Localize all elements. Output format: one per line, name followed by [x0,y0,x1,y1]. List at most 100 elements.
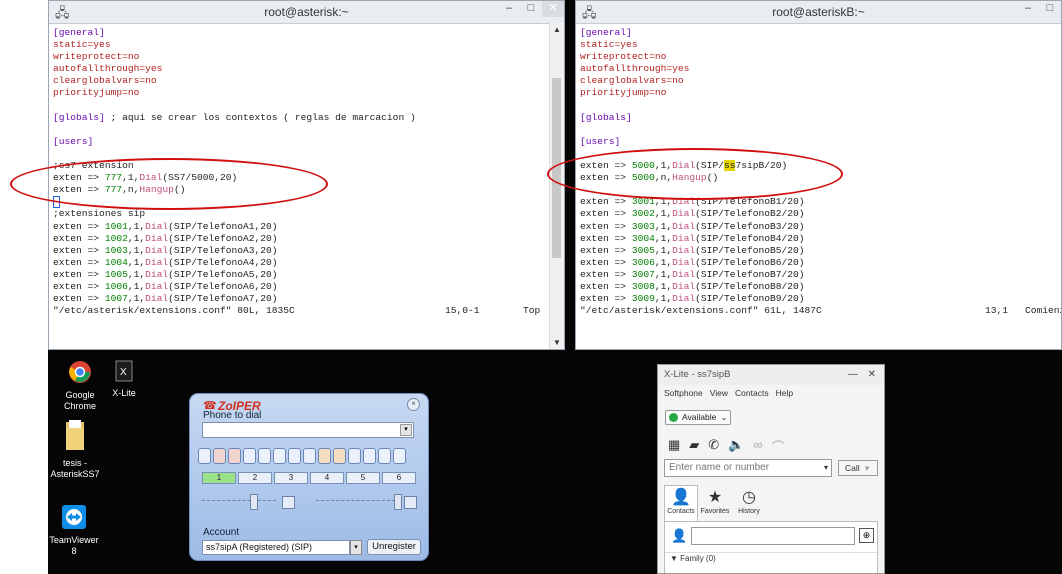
desktop-icon-xlite[interactable]: X X-Lite [94,360,154,399]
minimize-button[interactable]: — [848,365,858,385]
speaker-icon[interactable] [282,496,295,509]
code-token: Dial [672,244,696,256]
add-contact-icon[interactable]: ⊕ [859,528,874,543]
close-button[interactable]: × [407,398,420,411]
code-line: clearglobalvars=no [53,75,560,87]
toolbar-button[interactable] [318,448,331,464]
close-button[interactable]: ✕ [542,1,564,17]
xlite-window[interactable]: X-Lite - ss7sipB — ✕ Softphone View Cont… [657,364,885,574]
maximize-button[interactable]: □ [520,1,542,17]
title-bar[interactable]: 🖧 root@asteriskB:~ – □ [576,1,1061,24]
code-token: (SIP/TelefonoA3,20) [168,244,278,256]
menu-help[interactable]: Help [776,388,793,398]
tab-history[interactable]: ◷ History [732,485,766,521]
hangup-icon[interactable]: ⌒ [772,437,785,456]
tab-favorites[interactable]: ★ Favorites [698,485,732,521]
xlite-icon: X [115,360,133,382]
account-value: ss7sipA (Registered) (SIP) [206,542,313,552]
dialpad-icon[interactable]: ▦ [668,437,680,456]
code-token: Dial [672,208,696,220]
account-select[interactable]: ss7sipA (Registered) (SIP) ▾ [202,540,362,555]
menu-softphone[interactable]: Softphone [664,388,703,398]
line-button[interactable]: 4 [310,472,344,484]
contact-search-input[interactable] [691,527,855,545]
available-status-icon [669,413,678,422]
dial-button[interactable] [213,448,226,464]
title-bar[interactable]: X-Lite - ss7sipB — ✕ [658,365,884,385]
volume-slider-knob[interactable] [250,494,258,510]
desktop-icon-teamviewer[interactable]: TeamViewer 8 [44,505,104,557]
close-button[interactable]: ✕ [868,365,876,385]
volume-slider[interactable] [202,500,276,509]
code-token: exten => [53,220,105,232]
dial-input[interactable]: Enter name or number ▾ [664,459,832,477]
code-token: 1003 [104,244,128,256]
code-token: [globals] [580,111,632,123]
line-button[interactable]: 6 [382,472,416,484]
line-button[interactable]: 5 [346,472,380,484]
toolbar-button[interactable] [393,448,406,464]
code-token: Dial [672,280,696,292]
minimize-button[interactable]: – [498,1,520,17]
tab-contacts[interactable]: 👤 Contacts [664,485,698,521]
menu-contacts[interactable]: Contacts [735,388,769,398]
chevron-down-icon[interactable]: ▾ [865,463,869,473]
code-line: writeprotect=no [580,51,1057,63]
transfer-button[interactable] [258,448,271,464]
group-family[interactable]: ▼ Family (0) [670,554,716,563]
speaker-icon[interactable]: 🔈 [728,437,744,456]
toolbar-button[interactable] [303,448,316,464]
mic-slider[interactable] [316,500,400,509]
toolbar-button[interactable] [378,448,391,464]
microphone-icon[interactable] [404,496,417,509]
code-token: ,1, [654,256,673,268]
code-line: exten => 1005,1,Dial(SIP/TelefonoA5,20) [53,269,560,281]
scroll-up-icon[interactable]: ▲ [553,25,561,34]
status-dropdown[interactable]: Available ⌄ [665,410,731,425]
code-token: ,1, [654,208,673,220]
video-icon[interactable]: ▰ [689,437,699,456]
status-position: 13,1 [985,305,1009,317]
hold-button[interactable] [243,448,256,464]
scrollbar[interactable]: ▲ ▼ [549,23,564,349]
code-token: ,1, [654,268,673,280]
desktop-icon-folder[interactable]: tesis - AsteriskSS7 [40,418,110,480]
chevron-down-icon[interactable]: ▾ [400,424,412,436]
maximize-button[interactable]: □ [1039,1,1061,17]
title-bar[interactable]: 🖧 root@asterisk:~ – □ ✕ [49,1,564,24]
chevron-down-icon[interactable]: ▾ [350,540,362,555]
voicemail-icon[interactable]: ∞ [753,437,762,456]
code-token: ,1, [127,293,146,305]
code-token: ,1, [127,244,146,256]
mute-button[interactable] [273,448,286,464]
settings-button[interactable] [363,448,376,464]
code-token: [users] [53,135,94,147]
hangup-button[interactable] [228,448,241,464]
zoiper-window[interactable]: ☎ ZoIPER × Phone to dial ▾ 1 2 3 4 5 6 A… [189,393,429,561]
unregister-button[interactable]: Unregister [367,539,421,555]
chevron-down-icon[interactable]: ▾ [824,460,828,476]
minimize-button[interactable]: – [1017,1,1039,17]
phone-icon[interactable]: ✆ [708,437,719,456]
toolbar-button[interactable] [198,448,211,464]
tab-label: Favorites [700,508,730,515]
code-token: 3006 [631,256,655,268]
mic-slider-knob[interactable] [394,494,402,510]
menu-view[interactable]: View [710,388,728,398]
line-button[interactable]: 3 [274,472,308,484]
status-position: 15,0-1 [445,305,480,317]
toolbar-button[interactable] [333,448,346,464]
code-token: (SIP/TelefonoB8/20) [695,280,805,292]
call-button[interactable]: Call ▾ [838,460,878,476]
line-button[interactable]: 2 [238,472,272,484]
scroll-down-icon[interactable]: ▼ [553,338,561,347]
toolbar-button[interactable] [288,448,301,464]
code-token: exten => [53,256,105,268]
code-token: exten => [580,220,632,232]
code-token: 3008 [631,280,655,292]
line-button[interactable]: 1 [202,472,236,484]
code-token: (SIP/TelefonoB5/20) [695,244,805,256]
contacts-button[interactable] [348,448,361,464]
phone-to-dial-input[interactable]: ▾ [202,422,414,438]
